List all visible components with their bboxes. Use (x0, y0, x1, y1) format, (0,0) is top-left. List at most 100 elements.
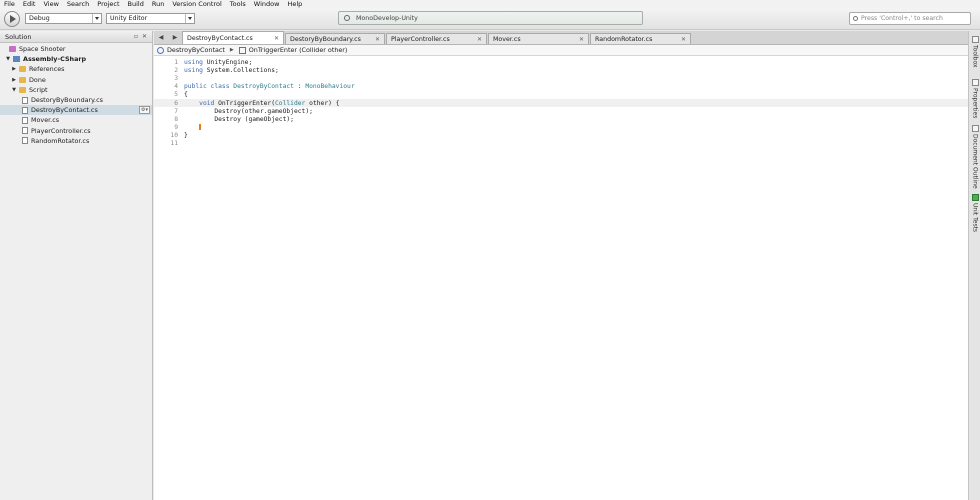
code-line: 11 (154, 140, 968, 148)
tab-destorybyboundary[interactable]: DestoryByBoundary.cs ✕ (285, 33, 385, 44)
tree-item-references[interactable]: ▶ References (0, 64, 152, 74)
play-icon (10, 15, 16, 23)
code-line-current: 6 void OnTriggerEnter(Collider other) { (154, 98, 968, 108)
tree-item-label: PlayerController.cs (31, 126, 91, 135)
tree-item-randomrotator[interactable]: RandomRotator.cs (0, 136, 152, 146)
brace-match-marker (199, 124, 202, 131)
configuration-value: Debug (29, 15, 50, 22)
tree-item-space-shooter[interactable]: Space Shooter (0, 44, 152, 54)
method-icon (238, 46, 246, 54)
dock-unit-tests[interactable]: Unit Tests (969, 194, 980, 232)
code-editor[interactable]: 1 using UnityEngine; 2 using System.Coll… (154, 56, 968, 148)
close-icon[interactable]: ✕ (375, 36, 380, 43)
line-number: 9 (174, 124, 178, 132)
close-icon[interactable]: ✕ (274, 35, 279, 42)
solution-icon (9, 46, 16, 53)
tree-item-destroybycontact[interactable]: DestroyByContact.cs ⚙▾ (0, 105, 152, 116)
line-number: 5 (174, 91, 178, 99)
target-select[interactable]: Unity Editor (106, 13, 195, 24)
tree-item-destorybyboundary[interactable]: DestoryByBoundary.cs (0, 95, 152, 105)
tab-playercontroller[interactable]: PlayerController.cs ✕ (386, 33, 487, 44)
line-number: 8 (174, 115, 178, 123)
code-line: 10 } (154, 132, 968, 140)
dock-label: Document Outline (971, 134, 979, 189)
solution-panel: Solution ▫ ✕ Space Shooter ▼ Assembly-CS… (0, 31, 153, 500)
tree-item-assembly-csharp[interactable]: ▼ Assembly-CSharp (0, 54, 152, 64)
nav-back-icon[interactable]: ◀ (154, 30, 168, 44)
tree-item-label: Mover.cs (31, 116, 60, 125)
menu-tools[interactable]: Tools (226, 0, 250, 8)
tab-label: PlayerController.cs (391, 35, 450, 43)
close-icon[interactable]: ✕ (142, 33, 147, 40)
menu-run[interactable]: Run (148, 0, 168, 8)
tab-label: RandomRotator.cs (595, 35, 653, 43)
toolbar: Debug Unity Editor MonoDevelop-Unity Pre… (0, 8, 980, 30)
line-number: 11 (170, 140, 178, 148)
run-button[interactable] (4, 11, 20, 27)
tree-item-label: Script (29, 85, 48, 94)
tree-item-script[interactable]: ▼ Script (0, 85, 152, 95)
tree-item-label: Assembly-CSharp (23, 55, 87, 64)
tab-label: DestoryByBoundary.cs (290, 35, 361, 43)
search-placeholder: Press 'Control+,' to search (861, 15, 943, 22)
tab-randomrotator[interactable]: RandomRotator.cs ✕ (590, 33, 691, 44)
menu-file[interactable]: File (0, 0, 19, 8)
breadcrumb-class[interactable]: DestroyByContact (167, 46, 225, 54)
menu-window[interactable]: Window (250, 0, 284, 8)
gear-icon[interactable]: ⚙▾ (139, 106, 150, 115)
expand-arrow-icon[interactable]: ▼ (5, 56, 11, 62)
configuration-select[interactable]: Debug (25, 13, 102, 24)
toolbox-icon (971, 36, 979, 43)
code-line: 7 Destroy(other.gameObject); (154, 107, 968, 115)
solution-title: Solution (5, 32, 32, 41)
dock-toolbox[interactable]: Toolbox (969, 36, 980, 68)
close-icon[interactable]: ✕ (579, 36, 584, 43)
code-line: 4 public class DestroyByContact : MonoBe… (154, 83, 968, 91)
line-number: 6 (174, 99, 178, 107)
close-icon[interactable]: ✕ (477, 36, 482, 43)
status-text: MonoDevelop-Unity (356, 14, 418, 22)
menu-edit[interactable]: Edit (19, 0, 40, 8)
search-input[interactable]: Press 'Control+,' to search (849, 12, 971, 25)
menu-view[interactable]: View (39, 0, 62, 8)
tree-item-label: RandomRotator.cs (31, 136, 90, 145)
menu-build[interactable]: Build (124, 0, 148, 8)
line-number: 1 (174, 58, 178, 66)
tree-item-playercontroller[interactable]: PlayerController.cs (0, 126, 152, 136)
file-icon (22, 106, 28, 114)
dock-icon[interactable]: ▫ (134, 33, 138, 40)
tab-mover[interactable]: Mover.cs ✕ (488, 33, 589, 44)
breadcrumb-separator-icon: ▶ (229, 47, 234, 53)
menu-help[interactable]: Help (283, 0, 306, 8)
dock-label: Toolbox (971, 45, 979, 68)
tree-item-label: DestroyByContact.cs (31, 106, 98, 115)
folder-icon (19, 66, 26, 73)
expand-arrow-icon[interactable]: ▼ (11, 87, 17, 93)
menu-version-control[interactable]: Version Control (168, 0, 225, 8)
line-number: 4 (174, 83, 178, 91)
code-line: 3 (154, 74, 968, 82)
dock-properties[interactable]: Properties (969, 79, 980, 118)
close-icon[interactable]: ✕ (681, 36, 686, 43)
project-icon (13, 56, 20, 63)
collapse-arrow-icon[interactable]: ▶ (11, 77, 17, 83)
tree-item-done[interactable]: ▶ Done (0, 75, 152, 85)
code-line: 5 { (154, 91, 968, 99)
dock-label: Properties (971, 88, 979, 119)
chevron-down-icon (92, 14, 101, 23)
dock-document-outline[interactable]: Document Outline (969, 125, 980, 189)
tab-destroybycontact[interactable]: DestroyByContact.cs ✕ (182, 31, 284, 44)
file-icon (22, 116, 28, 124)
code-line: 1 using UnityEngine; (154, 58, 968, 66)
collapse-arrow-icon[interactable]: ▶ (11, 66, 17, 72)
target-value: Unity Editor (110, 15, 148, 22)
menu-search[interactable]: Search (63, 0, 93, 8)
class-icon (157, 46, 164, 54)
nav-forward-icon[interactable]: ▶ (168, 30, 182, 44)
line-number: 2 (174, 66, 178, 74)
file-icon (22, 96, 28, 104)
status-display: MonoDevelop-Unity (338, 11, 643, 25)
breadcrumb-member[interactable]: OnTriggerEnter (Collider other) (249, 46, 348, 54)
tree-item-mover[interactable]: Mover.cs (0, 115, 152, 125)
menu-project[interactable]: Project (93, 0, 123, 8)
